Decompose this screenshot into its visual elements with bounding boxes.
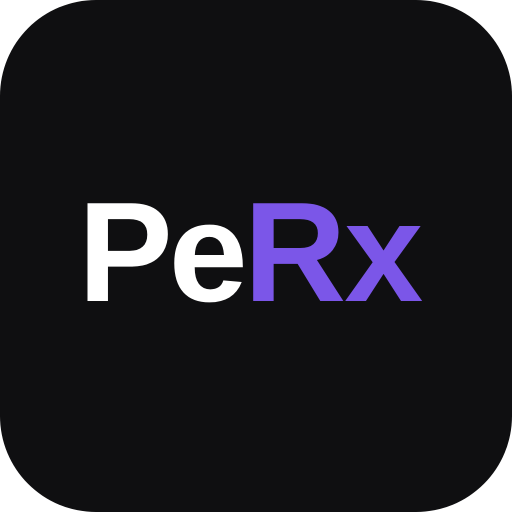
logo-primary-text: Pe bbox=[78, 173, 248, 332]
app-icon: Pe Rx bbox=[0, 0, 512, 512]
wordmark: Pe Rx bbox=[78, 173, 424, 332]
logo-wordmark: Pe Rx bbox=[0, 0, 512, 512]
logo-accent-text: Rx bbox=[243, 173, 424, 332]
